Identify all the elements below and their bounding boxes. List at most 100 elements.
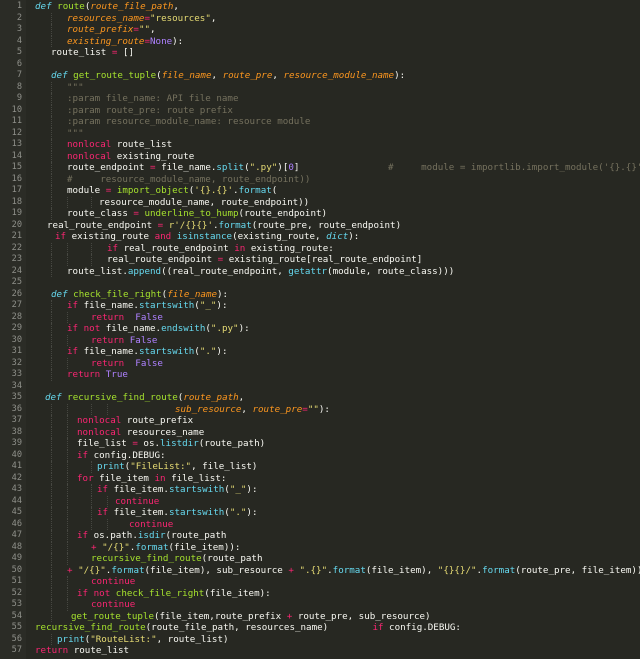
line-number: 14: [11, 150, 22, 161]
code-token: (module, route_class))): [327, 265, 455, 277]
line-number: 4: [16, 35, 22, 46]
code-line[interactable]: 6: [0, 59, 640, 71]
code-line[interactable]: 29 if not file_name.endswith(".py"):: [0, 323, 640, 335]
code-token: import_object: [116, 185, 189, 196]
code-line[interactable]: 42 for file_item in file_list:: [0, 472, 640, 484]
code-token: route_prefix: [121, 415, 194, 426]
line-number: 3: [16, 24, 22, 34]
code-line[interactable]: 16 # resource_module_name, route_endpoint…: [0, 173, 640, 186]
code-text: continue: [129, 519, 173, 531]
code-line[interactable]: 47 if os.path.isdir(route_path: [0, 530, 640, 542]
code-token: return: [67, 369, 101, 380]
code-text: route_endpoint = file_name.split(".py")[…: [67, 162, 640, 174]
code-token: ):: [238, 323, 250, 334]
code-token: config.DEBUG:: [383, 622, 461, 633]
code-line[interactable]: 13 nonlocal route_list: [0, 139, 640, 151]
indent-guide: [67, 254, 68, 266]
code-line[interactable]: 15 route_endpoint = file_name.split(".py"…: [0, 162, 640, 174]
code-line[interactable]: 21 if existing_route and isinstance(exist…: [0, 231, 640, 243]
code-line[interactable]: 35 def recursive_find_route(route_path,: [0, 392, 640, 404]
indent-guide: [67, 461, 68, 473]
indent-guide: [91, 254, 92, 266]
code-token: for: [77, 472, 94, 484]
code-line[interactable]: 14 nonlocal existing_route: [0, 150, 640, 162]
code-line[interactable]: 54 get_route_tuple(file_item,route_prefix…: [0, 610, 640, 622]
code-line[interactable]: 36 sub_resource, route_pre=""):: [0, 403, 640, 415]
code-token: # module = importlib.import_module('{}.{…: [387, 162, 640, 173]
code-line[interactable]: 18 resource_module_name, route_endpoint)): [0, 196, 640, 208]
code-line[interactable]: 31 if file_name.startswith("."):: [0, 346, 640, 358]
line-number: 2: [16, 12, 22, 23]
code-line[interactable]: 52 if not check_file_right(file_item):: [0, 587, 640, 599]
code-token: file_item: [93, 472, 155, 484]
code-text: # resource_module_name, route_endpoint)): [67, 174, 310, 186]
code-line[interactable]: 19 route_class = underline_to_hump(route_…: [0, 208, 640, 220]
code-text: return False: [91, 358, 163, 370]
code-line[interactable]: 56 print("RouteList:", route_list): [0, 633, 640, 645]
code-line[interactable]: 37 nonlocal route_prefix: [0, 415, 640, 427]
code-line[interactable]: 39 file_list = os.listdir(route_path): [0, 438, 640, 450]
indent-guide: [51, 495, 52, 507]
code-line[interactable]: 22 if real_route_endpoint in existing_rou…: [0, 242, 640, 254]
code-text: nonlocal route_prefix: [77, 415, 193, 427]
indent-guide: [51, 587, 52, 599]
code-line[interactable]: 30 return False: [0, 334, 640, 346]
code-line[interactable]: 48 + "/{}".format(file_item)):: [0, 541, 640, 553]
code-line[interactable]: 5 route_list = []: [0, 47, 640, 59]
code-editor[interactable]: 1 def route(route_file_path, 2 resources_na…: [0, 0, 640, 659]
code-line[interactable]: 32 return False: [0, 357, 640, 370]
code-token: nonlocal: [67, 150, 112, 162]
code-line[interactable]: 23 real_route_endpoint = existing_route[r…: [0, 254, 640, 266]
line-number: 24: [11, 265, 22, 276]
line-number: 44: [11, 495, 22, 506]
code-token: route: [57, 1, 85, 12]
code-token: isinstance: [176, 231, 233, 242]
code-line[interactable]: 1 def route(route_file_path,: [0, 1, 640, 13]
code-token: ):: [216, 300, 228, 311]
code-line[interactable]: 43 if file_item.startswith("_"):: [0, 484, 640, 496]
code-token: ((real_route_endpoint,: [161, 265, 289, 277]
code-token: """: [67, 81, 84, 93]
code-line[interactable]: 11:param resource_module_name: resource …: [0, 116, 640, 128]
code-line[interactable]: 55 recursive_find_route(route_file_path, …: [0, 622, 640, 634]
indent-guide: [51, 242, 52, 254]
indent-guide: [51, 369, 52, 381]
code-line[interactable]: 2 resources_name="resources",: [0, 12, 640, 24]
code-line[interactable]: 57 return route_list: [0, 645, 640, 657]
code-line[interactable]: 26 def check_file_right(file_name):: [0, 289, 640, 301]
code-line[interactable]: 38 nonlocal resources_name: [0, 426, 640, 438]
code-line[interactable]: 25: [0, 277, 640, 289]
code-line[interactable]: 24 route_list.append((real_route_endpoint…: [0, 265, 640, 277]
code-text: continue: [91, 599, 135, 611]
code-token: if: [77, 449, 89, 461]
code-line[interactable]: 33 return True: [0, 369, 640, 381]
code-line[interactable]: 40 if config.DEBUG:: [0, 449, 640, 461]
code-line[interactable]: 46 continue: [0, 518, 640, 531]
line-number: 20: [11, 219, 22, 230]
code-line[interactable]: 50 + "/{}".format(file_item), sub_resourc…: [0, 564, 640, 576]
code-line[interactable]: 51 continue: [0, 576, 640, 588]
code-text: if file_item.startswith("_"):: [97, 484, 258, 496]
code-token: return: [91, 334, 125, 346]
code-line[interactable]: 4 existing_route=None):: [0, 35, 640, 47]
code-line[interactable]: 53 continue: [0, 599, 640, 611]
code-line[interactable]: 44 continue: [0, 495, 640, 507]
code-line[interactable]: 3 route_prefix="",: [0, 24, 640, 36]
code-line[interactable]: 10:param route_pre: route prefix: [0, 104, 640, 116]
code-line[interactable]: 27 if file_name.startswith("_"):: [0, 300, 640, 312]
code-line[interactable]: 49 recursive_find_route(route_path: [0, 553, 640, 565]
code-line[interactable]: 41 print("FileList:", file_list): [0, 461, 640, 473]
line-number: 6: [16, 58, 22, 69]
code-line[interactable]: 34: [0, 381, 640, 393]
indent-guide: [51, 162, 52, 174]
code-line[interactable]: 45 if file_item.startswith("."):: [0, 507, 640, 519]
code-line[interactable]: 8 """: [0, 81, 640, 93]
code-line[interactable]: 17 module = import_object('{}.{}'.format(: [0, 185, 640, 197]
code-line[interactable]: 20 real_route_endpoint = r'/{}{}'.format(…: [0, 220, 640, 232]
code-line[interactable]: 9:param file_name: API file name: [0, 93, 640, 105]
code-line[interactable]: 12 """: [0, 127, 640, 139]
code-area[interactable]: 1 def route(route_file_path, 2 resources_na…: [0, 1, 640, 657]
code-token: (route_path: [201, 553, 263, 564]
code-line[interactable]: 28 return False: [0, 311, 640, 323]
code-line[interactable]: 7 def get_route_tuple(file_name, route_pr…: [0, 70, 640, 82]
